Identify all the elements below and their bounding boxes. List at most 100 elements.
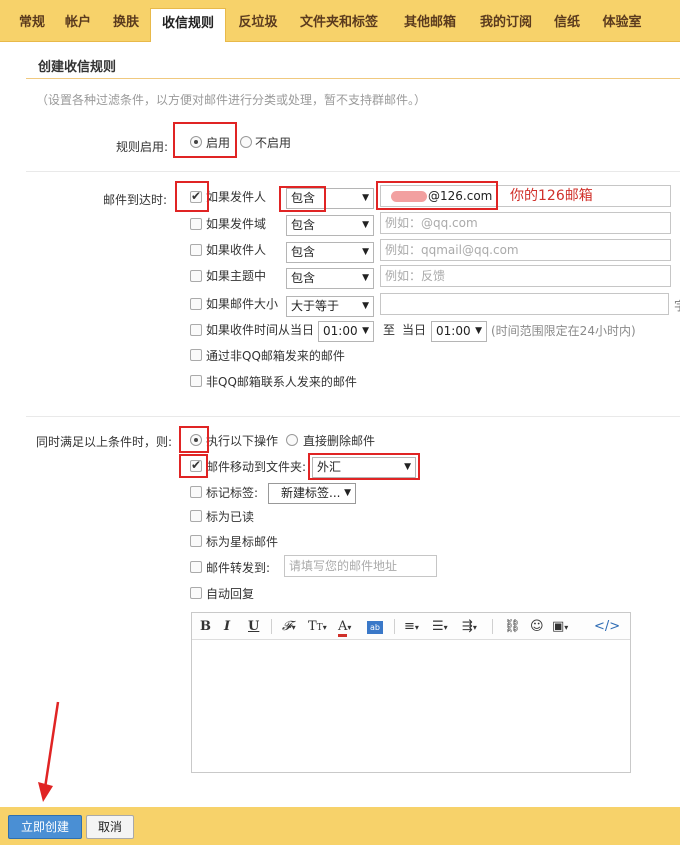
sender-domain-label[interactable]: 如果发件域 xyxy=(206,215,266,232)
recipient-input[interactable]: 例如：qqmail@qq.com xyxy=(380,239,671,261)
auto-reply-editor[interactable]: B I U 𝓕▾ TT▾ A▾ ab ≡▾ ☰▾ ⇶▾ ⛓ ☺ ▣▾ </> xyxy=(191,612,631,773)
size-input[interactable] xyxy=(380,293,669,315)
recipient-checkbox[interactable] xyxy=(190,244,202,256)
chevron-down-icon: ▼ xyxy=(362,301,369,311)
emoji-icon[interactable]: ☺ xyxy=(530,617,544,636)
highlight-box-enable xyxy=(173,122,237,158)
time-from-select[interactable]: 01:00 ▼ xyxy=(318,321,374,342)
subject-input[interactable]: 例如：反馈 xyxy=(380,265,671,287)
font-size-icon[interactable]: TT▾ xyxy=(308,617,327,636)
tab-mail-rules[interactable]: 收信规则 xyxy=(150,8,226,42)
delete-label[interactable]: 直接删除邮件 xyxy=(303,432,375,449)
tab-lab[interactable]: 体验室 xyxy=(598,8,646,42)
tab-other-mailboxes[interactable]: 其他邮箱 xyxy=(398,8,462,42)
rule-enable-off-label[interactable]: 不启用 xyxy=(255,134,291,151)
toolbar-separator xyxy=(492,619,493,634)
cancel-button[interactable]: 取消 xyxy=(86,815,134,839)
sender-domain-checkbox[interactable] xyxy=(190,218,202,230)
sender-domain-input[interactable]: 例如：@qq.com xyxy=(380,212,671,234)
highlight-box-move-folder xyxy=(308,453,420,480)
italic-button[interactable]: I xyxy=(224,617,230,636)
tab-anti-spam[interactable]: 反垃圾 xyxy=(234,8,282,42)
tag-select[interactable]: 新建标签... ▼ xyxy=(268,483,356,504)
tab-general[interactable]: 常规 xyxy=(14,8,50,42)
recipient-operator-select[interactable]: 包含 ▼ xyxy=(286,242,374,263)
background-color-icon[interactable]: ab xyxy=(367,617,383,636)
sender-label[interactable]: 如果发件人 xyxy=(206,188,266,205)
highlight-box-sender-checkbox xyxy=(175,181,209,212)
settings-tab-bar: 常规 帐户 换肤 收信规则 反垃圾 文件夹和标签 其他邮箱 我的订阅 信纸 体验… xyxy=(0,0,680,42)
conditions-label: 邮件到达时: xyxy=(103,193,168,207)
time-from-value: 01:00 xyxy=(323,324,358,338)
tab-account[interactable]: 帐户 xyxy=(62,8,94,42)
toolbar-separator xyxy=(271,619,272,634)
non-qq-checkbox[interactable] xyxy=(190,349,202,361)
indent-icon[interactable]: ⇶▾ xyxy=(462,617,477,636)
subject-label[interactable]: 如果主题中 xyxy=(206,267,266,284)
non-contact-checkbox[interactable] xyxy=(190,375,202,387)
annotation-126-mailbox: 你的126邮箱 xyxy=(510,188,593,204)
red-arrow-annotation xyxy=(38,701,60,802)
recipient-label[interactable]: 如果收件人 xyxy=(206,241,266,258)
link-icon[interactable]: ⛓ xyxy=(504,617,521,636)
subject-operator-select[interactable]: 包含 ▼ xyxy=(286,268,374,289)
auto-reply-checkbox[interactable] xyxy=(190,587,202,599)
align-icon[interactable]: ≡▾ xyxy=(404,617,419,636)
tab-skin[interactable]: 换肤 xyxy=(108,8,144,42)
non-contact-label[interactable]: 非QQ邮箱联系人发来的邮件 xyxy=(206,373,357,390)
font-color-icon[interactable]: A▾ xyxy=(338,617,351,637)
time-to-select[interactable]: 01:00 ▼ xyxy=(431,321,487,342)
tab-stationery[interactable]: 信纸 xyxy=(550,8,584,42)
execute-label[interactable]: 执行以下操作 xyxy=(206,432,278,449)
forward-email-input[interactable]: 请填写您的邮件地址 xyxy=(284,555,437,577)
move-label[interactable]: 邮件移动到文件夹: xyxy=(206,458,306,475)
time-to-value: 01:00 xyxy=(436,324,471,338)
mark-read-checkbox[interactable] xyxy=(190,510,202,522)
mark-star-checkbox[interactable] xyxy=(190,535,202,547)
time-label[interactable]: 如果收件时间从当日 xyxy=(206,321,314,338)
non-qq-label[interactable]: 通过非QQ邮箱发来的邮件 xyxy=(206,347,345,364)
size-label[interactable]: 如果邮件大小 xyxy=(206,295,278,312)
highlight-box-move-checkbox xyxy=(179,454,208,478)
time-checkbox[interactable] xyxy=(190,324,202,336)
font-family-icon[interactable]: 𝓕▾ xyxy=(282,617,296,636)
highlight-box-sender-input xyxy=(376,181,498,210)
forward-label[interactable]: 邮件转发到: xyxy=(206,559,270,576)
time-to-label: 至 xyxy=(383,323,396,337)
size-checkbox[interactable] xyxy=(190,298,202,310)
rule-enable-label: 规则启用: xyxy=(116,140,169,154)
recipient-operator-value: 包含 xyxy=(291,245,316,259)
image-icon[interactable]: ▣▾ xyxy=(552,617,568,636)
footer-bar: 立即创建 取消 xyxy=(0,807,680,845)
chevron-down-icon: ▼ xyxy=(362,273,369,283)
sender-domain-operator-select[interactable]: 包含 ▼ xyxy=(286,215,374,236)
html-code-button[interactable]: </> xyxy=(594,617,620,636)
highlight-box-sender-op xyxy=(279,186,326,212)
delete-radio[interactable] xyxy=(286,434,298,446)
time-day-label: 当日 xyxy=(402,323,427,337)
chevron-down-icon: ▼ xyxy=(362,326,369,336)
page-description: （设置各种过滤条件，以方便对邮件进行分类或处理，暂不支持群邮件。） xyxy=(36,93,427,107)
tag-label[interactable]: 标记标签: xyxy=(206,484,258,501)
size-unit-label: 字 xyxy=(674,297,680,314)
chevron-down-icon: ▼ xyxy=(362,220,369,230)
tag-checkbox[interactable] xyxy=(190,486,202,498)
page-title: 创建收信规则 xyxy=(38,60,117,75)
auto-reply-label[interactable]: 自动回复 xyxy=(206,585,254,602)
subject-checkbox[interactable] xyxy=(190,270,202,282)
tab-folders-tags[interactable]: 文件夹和标签 xyxy=(294,8,384,42)
section-divider xyxy=(26,171,680,172)
list-icon[interactable]: ☰▾ xyxy=(432,617,448,636)
section-divider xyxy=(26,416,680,417)
size-operator-select[interactable]: 大于等于 ▼ xyxy=(286,296,374,317)
tab-subscriptions[interactable]: 我的订阅 xyxy=(474,8,538,42)
mark-star-label[interactable]: 标为星标邮件 xyxy=(206,533,278,550)
underline-button[interactable]: U xyxy=(248,617,259,636)
tag-select-value: 新建标签... xyxy=(281,486,341,500)
forward-checkbox[interactable] xyxy=(190,561,202,573)
rule-enable-off-radio[interactable] xyxy=(240,136,252,148)
title-divider xyxy=(26,78,680,79)
mark-read-label[interactable]: 标为已读 xyxy=(206,508,254,525)
create-rule-button[interactable]: 立即创建 xyxy=(8,815,82,839)
bold-button[interactable]: B xyxy=(200,617,211,636)
